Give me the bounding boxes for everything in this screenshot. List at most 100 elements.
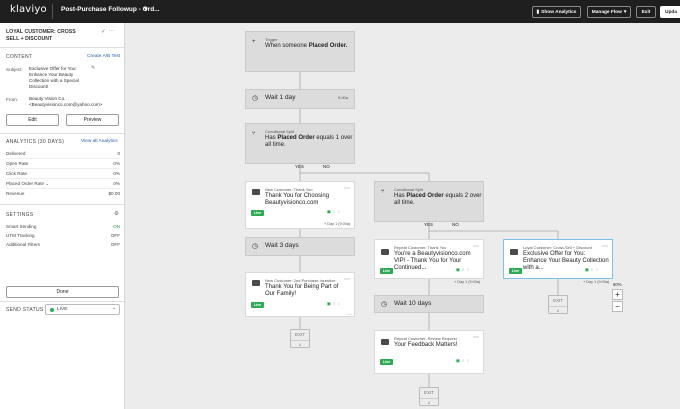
- metric-label: Open Rate: [6, 161, 29, 166]
- wait-10-days-card[interactable]: ◷ Wait 10 days: [374, 295, 484, 313]
- show-analytics-label: Show Analytics: [541, 9, 577, 15]
- edit-button[interactable]: Edit: [6, 114, 59, 126]
- zoom-out-button[interactable]: −: [612, 301, 623, 312]
- plus-icon: +: [252, 39, 256, 45]
- top-bar: klaviyo Post-Purchase Followup - Ord... …: [0, 0, 680, 23]
- split-prefix: Has: [265, 135, 276, 141]
- live-dot-icon: [50, 308, 54, 312]
- split-kicker: Conditional Split: [265, 129, 294, 134]
- wait-text: Wait 10 days: [394, 300, 432, 307]
- mail-icon: [381, 249, 389, 255]
- ellipsis-icon[interactable]: ⋯: [109, 29, 115, 35]
- clock-icon: ◷: [252, 95, 259, 102]
- exit-button[interactable]: Exit: [636, 6, 656, 18]
- metric-value: 0%: [113, 161, 120, 166]
- live-badge: Live: [251, 302, 264, 308]
- exit-arrow-icon: ↲: [291, 340, 309, 347]
- divider: [0, 133, 124, 134]
- analytics-row-revenue: Revenue $0.00: [6, 190, 120, 199]
- clock-icon: ◷: [381, 301, 388, 308]
- preview-button[interactable]: Preview: [66, 114, 119, 126]
- flow-canvas[interactable]: + Trigger When someone Placed Order. ◷ W…: [125, 23, 680, 409]
- exit-label: EXIT: [552, 298, 563, 303]
- setting-label: Additional Filters: [6, 242, 40, 247]
- divider: [0, 301, 124, 302]
- send-status-value: LIVE: [57, 307, 68, 312]
- conditional-split-1-card[interactable]: ⑂ Conditional Split Has Placed Order equ…: [245, 123, 355, 164]
- update-button[interactable]: Upda: [660, 6, 680, 18]
- email-delay-label: + Day 1 (9:00a): [324, 222, 351, 226]
- chevron-down-icon[interactable]: ▾: [144, 5, 148, 13]
- ellipsis-icon[interactable]: ⋯: [344, 185, 350, 192]
- chevron-down-icon: ⌄: [111, 306, 116, 311]
- email-repeat-customer-thank-you-card[interactable]: Repeat Customer: Thank You You're a Beau…: [374, 239, 484, 279]
- metric-label: Revenue: [6, 191, 25, 196]
- metric-value: 0%: [113, 171, 120, 176]
- mail-icon: [510, 249, 518, 255]
- ellipsis-icon[interactable]: ⋯: [344, 276, 350, 283]
- email-status-icons: ◼○○: [456, 267, 472, 272]
- email-repeat-customer-review-request-card[interactable]: Repeat Customer: Review Request Your Fee…: [374, 330, 484, 374]
- email-status-icons: ◼○○: [327, 209, 343, 214]
- split-icon: ⑂: [252, 131, 256, 137]
- metric-value: 0: [117, 151, 120, 156]
- zoom-in-button[interactable]: +: [612, 289, 623, 300]
- klaviyo-logo[interactable]: klaviyo: [10, 4, 47, 15]
- email-subject: Your Feedback Matters!: [394, 342, 458, 348]
- exit-label: EXIT: [423, 390, 434, 395]
- email-delay-label: + Day 1 (9:00a): [454, 280, 481, 284]
- zoom-level: 80%: [613, 282, 622, 287]
- trigger-event: Placed Order.: [308, 43, 348, 49]
- exit-arrow-icon: ↲: [549, 306, 567, 313]
- split-text: Has Placed Order equals 1 over all time.: [265, 135, 353, 149]
- conditional-split-2-card[interactable]: ⑂ Conditional Split Has Placed Order equ…: [374, 181, 484, 222]
- divider: [0, 204, 124, 205]
- setting-row-additional-filters[interactable]: Additional Filters OFF: [6, 241, 120, 250]
- email-kicker: Repeat Customer: Thank You: [394, 245, 447, 250]
- setting-label: UTM Tracking: [6, 233, 35, 238]
- show-analytics-button[interactable]: ▮ Show Analytics: [532, 6, 581, 18]
- branch-no-label: NO: [323, 164, 330, 169]
- trigger-prefix: When someone: [265, 43, 308, 49]
- email-loyal-customer-cross-sell-card[interactable]: Loyal Customer: Cross-Sell + Discount Ex…: [503, 239, 613, 279]
- ellipsis-icon[interactable]: ⋯: [473, 243, 479, 250]
- branch-no-label: NO: [452, 222, 459, 227]
- done-button[interactable]: Done: [6, 286, 119, 298]
- mail-icon: [252, 189, 260, 195]
- email-kicker: New Customer: Thank You: [265, 187, 313, 192]
- analytics-row-click-rate: Click Rate 0%: [6, 170, 120, 179]
- setting-row-smart-sending[interactable]: Smart Sending ON: [6, 223, 120, 232]
- exit-label: EXIT: [294, 332, 305, 337]
- metric-label: Placed Order Rate ⌄: [6, 181, 50, 186]
- trigger-card[interactable]: + Trigger When someone Placed Order.: [245, 31, 355, 72]
- divider: [0, 47, 124, 48]
- split-prefix: Has: [394, 193, 405, 199]
- wait-1-day-card[interactable]: ◷ Wait 1 day 9:00a: [245, 89, 355, 109]
- exit-node: EXIT ↲: [548, 295, 568, 314]
- split-text: Has Placed Order equals 2 over all time.: [394, 193, 482, 207]
- exit-arrow-icon: ↲: [420, 398, 438, 405]
- pencil-icon[interactable]: ✎: [91, 65, 95, 71]
- wait-3-days-card[interactable]: ◷ Wait 3 days: [245, 237, 355, 256]
- setting-row-utm-tracking[interactable]: UTM Tracking OFF: [6, 232, 120, 241]
- email-kicker: Repeat Customer: Review Request: [394, 336, 457, 341]
- analytics-row-placed-order-rate[interactable]: Placed Order Rate ⌄ 0%: [6, 180, 120, 189]
- view-all-analytics-link[interactable]: View all Analytics: [81, 139, 118, 144]
- create-ab-test-link[interactable]: Create A/B Test: [87, 54, 120, 59]
- ellipsis-icon[interactable]: ⋯: [473, 334, 479, 341]
- branch-yes-label: YES: [424, 222, 434, 227]
- subject-value: Exclusive Offer for You: Enhance Your Be…: [29, 66, 79, 89]
- email-new-customer-2nd-purchase-card[interactable]: New Customer: 2nd Purchase Incentive Tha…: [245, 272, 355, 317]
- subject-label: Subject:: [6, 67, 23, 72]
- from-email: <Beautyvisionco.com@yahoo.com>: [29, 102, 103, 107]
- send-status-select[interactable]: LIVE ⌄: [45, 304, 120, 315]
- sidebar: LOYAL CUSTOMER: CROSS SELL + DISCOUNT ✓ …: [0, 23, 125, 409]
- metric-label: Click Rate: [6, 171, 27, 176]
- live-badge: Live: [380, 359, 393, 365]
- manage-flow-button[interactable]: Manage Flow ▾: [587, 6, 631, 18]
- email-kicker: Loyal Customer: Cross-Sell + Discount: [523, 245, 592, 250]
- ellipsis-icon[interactable]: ⋯: [602, 243, 608, 250]
- check-icon[interactable]: ✓: [101, 29, 106, 35]
- branch-yes-label: YES: [295, 164, 305, 169]
- gear-icon[interactable]: ⚙: [114, 211, 119, 217]
